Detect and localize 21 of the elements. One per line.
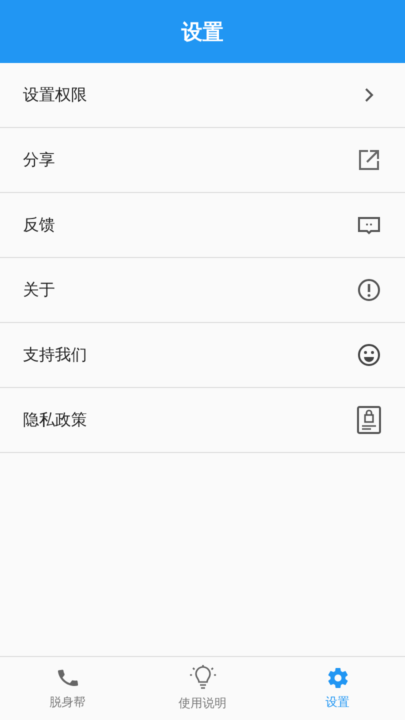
settings-item[interactable]: 隐私政策 — [0, 388, 405, 453]
settings-item[interactable]: 分享 — [0, 128, 405, 193]
lightbulb-icon — [190, 665, 216, 691]
item-label: 支持我们 — [23, 344, 87, 366]
lock-document-icon — [357, 406, 381, 434]
settings-item[interactable]: 反馈 — [0, 193, 405, 258]
smiley-icon — [357, 343, 381, 367]
item-label: 设置权限 — [23, 84, 87, 106]
item-label: 反馈 — [23, 214, 55, 236]
nav-tab[interactable]: 脱身帮 — [0, 657, 135, 720]
exclamation-icon — [357, 278, 381, 302]
settings-icon — [326, 666, 350, 690]
item-label: 关于 — [23, 280, 55, 300]
nav-tab[interactable]: 使用说明 — [135, 657, 270, 720]
item-label: 分享 — [23, 150, 55, 170]
item-label: 隐私政策 — [23, 410, 87, 430]
page-title: 设置 — [182, 18, 224, 46]
settings-item[interactable]: 关于 — [0, 258, 405, 323]
settings-item[interactable]: 设置权限 — [0, 63, 405, 128]
settings-item[interactable]: 支持我们 — [0, 323, 405, 388]
external-link-icon — [357, 148, 381, 172]
